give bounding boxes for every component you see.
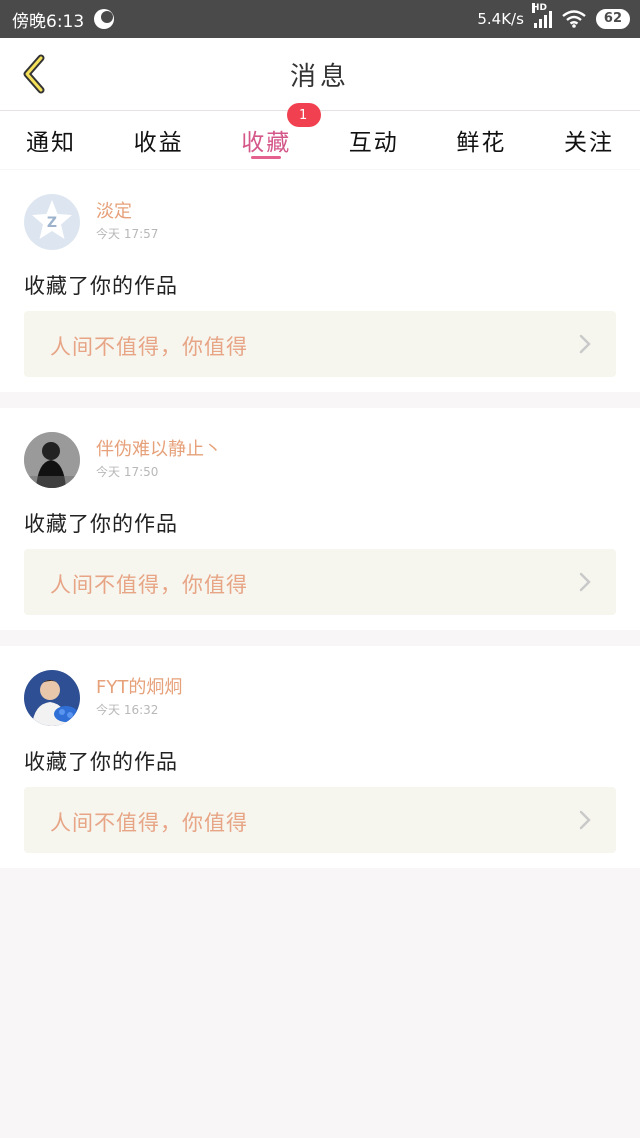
tab-following[interactable]: 关注 <box>564 111 614 169</box>
unread-badge: 1 <box>287 103 322 127</box>
svg-text:Z: Z <box>47 215 57 231</box>
work-title: 人间不值得，你值得 <box>50 573 248 597</box>
tab-label: 关注 <box>563 130 614 156</box>
tab-label: 收藏 <box>241 130 292 156</box>
timestamp: 今天 17:50 <box>96 465 159 479</box>
username[interactable]: 淡定 <box>96 197 132 223</box>
chevron-right-icon <box>579 572 591 592</box>
timestamp: 今天 16:32 <box>96 703 159 717</box>
status-time: 傍晚6:13 <box>12 11 85 32</box>
avatar[interactable] <box>24 670 80 726</box>
battery-icon: 62 <box>595 9 630 29</box>
back-button[interactable] <box>14 52 54 96</box>
tab-favorites[interactable]: 收藏 1 <box>241 103 322 169</box>
message-card: 伴伪难以静止丶 今天 17:50 收藏了你的作品 人间不值得，你值得 <box>0 408 640 630</box>
network-speed: 5.4K/s <box>477 10 524 28</box>
wifi-icon <box>562 10 586 28</box>
tab-label: 收益 <box>133 130 184 156</box>
tab-notifications[interactable]: 通知 <box>26 111 76 169</box>
network-badge: HD <box>531 3 547 13</box>
tab-bar: 通知 收益 收藏 1 互动 鲜花 关注 <box>0 103 640 169</box>
chevron-left-icon <box>23 54 45 94</box>
status-right: 5.4K/s HD 62 <box>477 3 630 29</box>
tab-label: 互动 <box>348 130 399 156</box>
work-title: 人间不值得，你值得 <box>50 335 248 359</box>
signal-icon: HD <box>531 3 552 28</box>
work-link[interactable]: 人间不值得，你值得 <box>24 311 616 377</box>
username[interactable]: FYT的炯炯 <box>96 673 182 699</box>
chevron-right-icon <box>579 334 591 354</box>
tab-earnings[interactable]: 收益 <box>134 111 184 169</box>
chevron-right-icon <box>579 810 591 830</box>
work-link[interactable]: 人间不值得，你值得 <box>24 549 616 615</box>
tab-flowers[interactable]: 鲜花 <box>456 111 506 169</box>
username[interactable]: 伴伪难以静止丶 <box>96 435 222 461</box>
work-link[interactable]: 人间不值得，你值得 <box>24 787 616 853</box>
tab-interactions[interactable]: 互动 <box>349 111 399 169</box>
status-left: 傍晚6:13 <box>12 7 115 32</box>
status-bar: 傍晚6:13 5.4K/s HD 62 <box>0 0 640 38</box>
action-text: 收藏了你的作品 <box>24 274 178 298</box>
header: 消息 <box>0 38 640 111</box>
avatar[interactable] <box>24 432 80 488</box>
timestamp: 今天 17:57 <box>96 227 159 241</box>
tab-label: 通知 <box>26 130 76 156</box>
default-avatar-icon: Z <box>24 194 80 250</box>
message-card: Z 淡定 今天 17:57 收藏了你的作品 人间不值得，你值得 <box>0 170 640 392</box>
action-text: 收藏了你的作品 <box>24 750 178 774</box>
work-title: 人间不值得，你值得 <box>50 811 248 835</box>
moon-icon <box>94 9 115 29</box>
message-card: FYT的炯炯 今天 16:32 收藏了你的作品 人间不值得，你值得 <box>0 646 640 868</box>
user-photo-icon <box>24 670 80 726</box>
action-text: 收藏了你的作品 <box>24 512 178 536</box>
avatar[interactable]: Z <box>24 194 80 250</box>
tab-label: 鲜花 <box>456 130 507 156</box>
user-photo-icon <box>24 432 80 488</box>
page-title: 消息 <box>289 61 350 92</box>
